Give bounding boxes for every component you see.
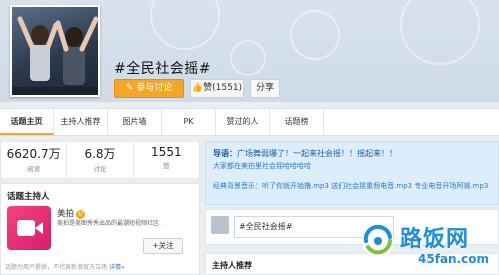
watermark-logo-icon (362, 224, 394, 257)
stat-reads: 6620.7万 阅读 (1, 142, 68, 178)
host-name-text: 美拍 (57, 209, 75, 219)
host-footer: 话题为用户提供，不代表新浪官方立场 详情» (5, 262, 125, 271)
stat-reads-value: 6620.7万 (6, 147, 61, 161)
stat-discussions-label: 讨论 (93, 165, 107, 173)
host-name[interactable]: 美拍 V (57, 207, 86, 219)
guide-line-1: 导语：广场舞弱爆了！一起来社会摇！！摇起来！！ (213, 148, 491, 159)
watermark-en-text: 45fan.com (418, 252, 489, 266)
join-discussion-button[interactable]: ✎ 参与讨论 (114, 79, 184, 98)
guide-lead: 导语： (213, 149, 237, 158)
join-discussion-label: 参与讨论 (136, 83, 173, 93)
edit-icon: ✎ (125, 83, 137, 93)
tab-topic-home[interactable]: 话题主页 (0, 109, 54, 135)
tab-pk[interactable]: PK (162, 109, 216, 135)
tab-topic-ranking[interactable]: 话题榜 (270, 109, 324, 135)
topic-stats: 6620.7万 阅读 6.8万 讨论 1551 赞 (0, 141, 200, 179)
share-button[interactable]: 分享 (250, 79, 280, 98)
like-label: 赞(1551) (203, 83, 243, 93)
verified-icon: V (76, 210, 86, 219)
guide-line-1-text: 广场舞弱爆了！一起来社会摇！！摇起来！！ (237, 149, 397, 158)
like-button[interactable]: 👍赞(1551) (190, 79, 244, 98)
guide-music-line: 经典背景音乐：听了你就开始撸.mp3 送们社会摇重频电音.mp3 专业电音开场阿… (213, 182, 489, 190)
watermark: 路饭网 45fan.com (360, 221, 499, 275)
host-heading: 话题主持人 (7, 192, 50, 202)
follow-button[interactable]: +关注 (143, 238, 183, 254)
meipai-logo[interactable] (7, 206, 51, 250)
host-footer-text: 话题为用户提供，不代表新浪官方立场 (5, 264, 108, 271)
host-details-link[interactable]: 详情» (109, 264, 125, 271)
stat-likes-label: 赞 (163, 162, 170, 170)
tab-host-recommend[interactable]: 主持人推荐 (54, 109, 108, 135)
stat-discussions-value: 6.8万 (84, 147, 116, 161)
topic-guide: 导语：广场舞弱爆了！一起来社会摇！！摇起来！！ 大家都在美拍里社会摇哈哈哈哈 经… (205, 141, 499, 205)
topic-title: #全民社会摇# (114, 61, 211, 77)
tab-liked-users[interactable]: 赞过的人 (216, 109, 270, 135)
topic-host-card: 话题主持人 美拍 V 美拍是美图秀秀出品的最潮短视频社区. +关注 话题为用户提供… (0, 183, 200, 275)
guide-line-2: 大家都在美拍里社会摇哈哈哈哈 (213, 162, 311, 170)
topic-avatar-image (10, 5, 100, 97)
stat-likes-value: 1551 (151, 145, 182, 159)
user-avatar[interactable] (211, 216, 229, 234)
host-description: 美拍是美图秀秀出品的最潮短视频社区. (57, 220, 161, 227)
left-column: 6620.7万 阅读 6.8万 讨论 1551 赞 话题主持人 美拍 V 美拍是美… (0, 141, 200, 275)
tab-photo-wall[interactable]: 图片墙 (108, 109, 162, 135)
stat-reads-label: 阅读 (27, 165, 41, 173)
stat-likes: 1551 赞 (134, 142, 199, 178)
thumbs-up-icon: 👍 (191, 83, 204, 93)
topic-tabs: 话题主页 主持人推荐 图片墙 PK 赞过的人 话题榜 (0, 108, 499, 136)
watermark-cn-text: 路饭网 (400, 227, 470, 252)
stat-discussions: 6.8万 讨论 (67, 142, 134, 178)
host-recommend-heading: 主持人推荐 (212, 261, 252, 270)
